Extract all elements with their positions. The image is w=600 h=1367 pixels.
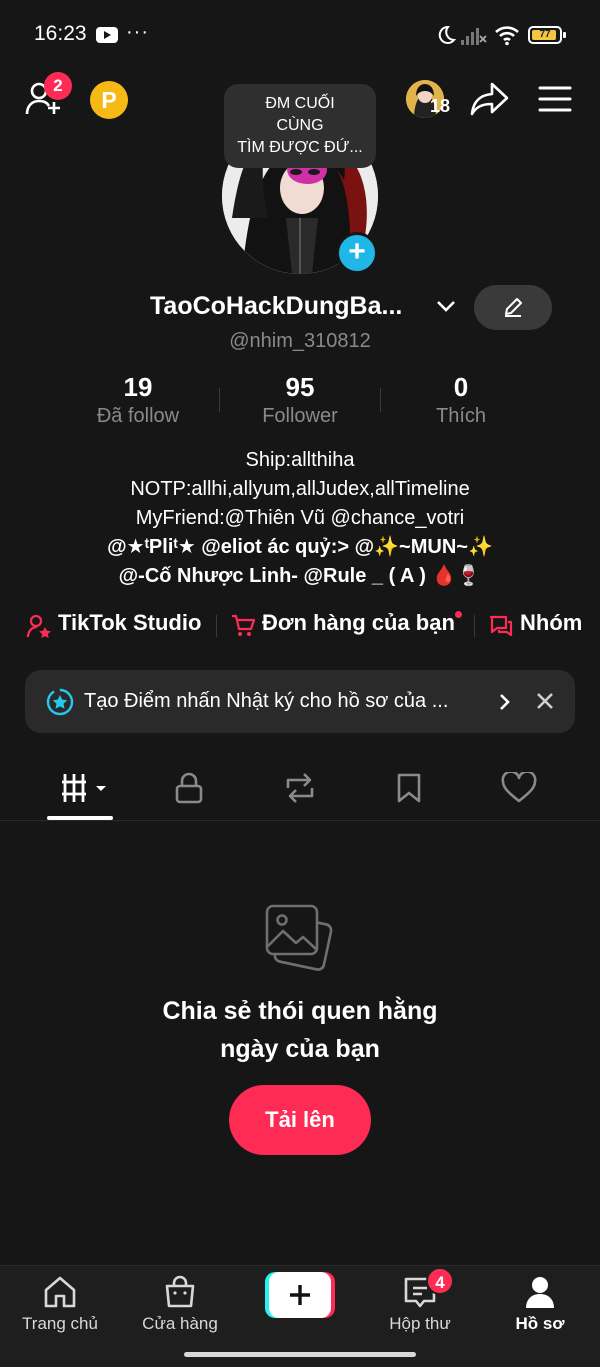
create-button[interactable] — [265, 1272, 335, 1318]
tiktok-studio-link[interactable]: TikTok Studio — [58, 610, 201, 636]
story-count: 18 — [430, 96, 451, 116]
note-bubble[interactable]: ĐM CUỐI CÙNG TÌM ĐƯỢC ĐỨ... — [224, 84, 376, 168]
friend-request-badge: 2 — [44, 72, 72, 100]
nav-shop-label: Cửa hàng — [142, 1314, 218, 1333]
nav-profile[interactable]: Hồ sơ — [480, 1274, 600, 1334]
battery-level: 77 — [539, 29, 551, 40]
empty-title-line: ngày của bạn — [220, 1035, 380, 1063]
nav-shop[interactable]: Cửa hàng — [120, 1274, 240, 1334]
bio-line: MyFriend:@Thiên Vũ @chance_votri — [135, 507, 465, 529]
youtube-notification-icon — [96, 27, 118, 43]
lock-icon — [175, 772, 203, 804]
bio-line: @★ᵗPliᵗ★ @eliot ác quỷ:> @✨~MUN~✨ — [107, 536, 493, 558]
link-divider — [474, 615, 475, 637]
following-stat[interactable]: 19 Đã follow — [58, 372, 218, 428]
person-star-icon — [26, 613, 52, 639]
tabs-divider — [0, 820, 600, 821]
signal-icon — [460, 26, 488, 46]
chevron-down-icon[interactable] — [436, 298, 456, 314]
hamburger-icon — [538, 86, 572, 112]
bio-line: @-Cố Nhược Linh- @Rule _ ( A ) 🩸🍷 — [118, 565, 482, 587]
coin-icon[interactable]: P — [90, 81, 128, 119]
banner-text: Tạo Điểm nhấn Nhật ký cho hồ sơ của ... — [84, 690, 449, 712]
username: @nhim_310812 — [229, 330, 371, 352]
note-text: ĐM CUỐI CÙNG TÌM ĐƯỢC ĐỨ... — [237, 95, 363, 156]
bookmark-icon — [397, 773, 421, 803]
chat-group-icon — [488, 613, 514, 639]
chevron-right-icon[interactable] — [498, 692, 512, 712]
shop-bag-icon — [165, 1275, 195, 1308]
tab-reposts[interactable] — [282, 772, 318, 804]
repost-icon — [286, 773, 314, 803]
followers-count: 95 — [285, 372, 315, 402]
star-badge-icon — [46, 688, 74, 716]
create-plus-icon — [290, 1285, 310, 1305]
likes-count: 0 — [453, 372, 469, 402]
display-name: TaoCoHackDungBa... — [150, 292, 403, 320]
profile-icon — [526, 1277, 554, 1308]
more-notifications-icon: ··· — [126, 21, 149, 43]
nav-inbox-label: Hộp thư — [389, 1314, 451, 1333]
nav-inbox[interactable]: Hộp thư — [360, 1274, 480, 1334]
likes-stat[interactable]: 0 Thích — [381, 372, 541, 428]
tab-liked[interactable] — [501, 772, 537, 804]
photo-stack-icon — [264, 902, 334, 972]
nav-profile-label: Hồ sơ — [515, 1314, 565, 1333]
cart-icon — [230, 613, 256, 639]
likes-label: Thích — [435, 405, 487, 427]
link-divider — [216, 615, 217, 637]
bio-line: Ship:allthiha — [245, 449, 355, 471]
upload-button[interactable]: Tải lên — [229, 1085, 371, 1155]
followers-stat[interactable]: 95 Follower — [220, 372, 380, 428]
orders-link[interactable]: Đơn hàng của bạn — [262, 610, 455, 636]
following-count: 19 — [123, 372, 153, 402]
nav-home[interactable]: Trang chủ — [0, 1274, 120, 1334]
empty-state-title: Chia sẻ thói quen hằng ngày của bạn — [0, 992, 600, 1068]
status-time: 16:23 — [34, 22, 87, 45]
tab-videos[interactable] — [60, 772, 110, 804]
groups-link[interactable]: Nhóm — [520, 610, 582, 636]
battery-icon: 77 — [528, 26, 566, 44]
menu-button[interactable] — [538, 84, 572, 114]
edit-profile-button[interactable] — [474, 285, 552, 330]
home-icon — [44, 1276, 76, 1308]
followers-label: Follower — [262, 405, 338, 427]
bio: Ship:allthiha NOTP:allhi,allyum,allJudex… — [0, 446, 600, 591]
heart-icon — [501, 772, 537, 803]
empty-title-line: Chia sẻ thói quen hằng — [162, 997, 438, 1025]
orders-dot — [455, 611, 462, 618]
close-icon[interactable] — [535, 691, 555, 711]
moon-icon — [434, 24, 456, 46]
wifi-icon — [494, 24, 520, 46]
following-label: Đã follow — [96, 405, 180, 427]
tab-private[interactable] — [174, 772, 204, 804]
share-button[interactable] — [470, 80, 510, 118]
bio-line: NOTP:allhi,allyum,allJudex,allTimeline — [130, 478, 470, 500]
tab-favorites[interactable] — [396, 772, 422, 804]
pencil-icon — [505, 298, 522, 317]
nav-home-label: Trang chủ — [22, 1314, 98, 1333]
grid-lines-icon — [62, 774, 106, 802]
inbox-badge: 4 — [426, 1267, 454, 1295]
home-indicator[interactable] — [184, 1352, 416, 1357]
add-avatar-button[interactable]: + — [336, 232, 378, 274]
share-icon — [470, 82, 509, 116]
